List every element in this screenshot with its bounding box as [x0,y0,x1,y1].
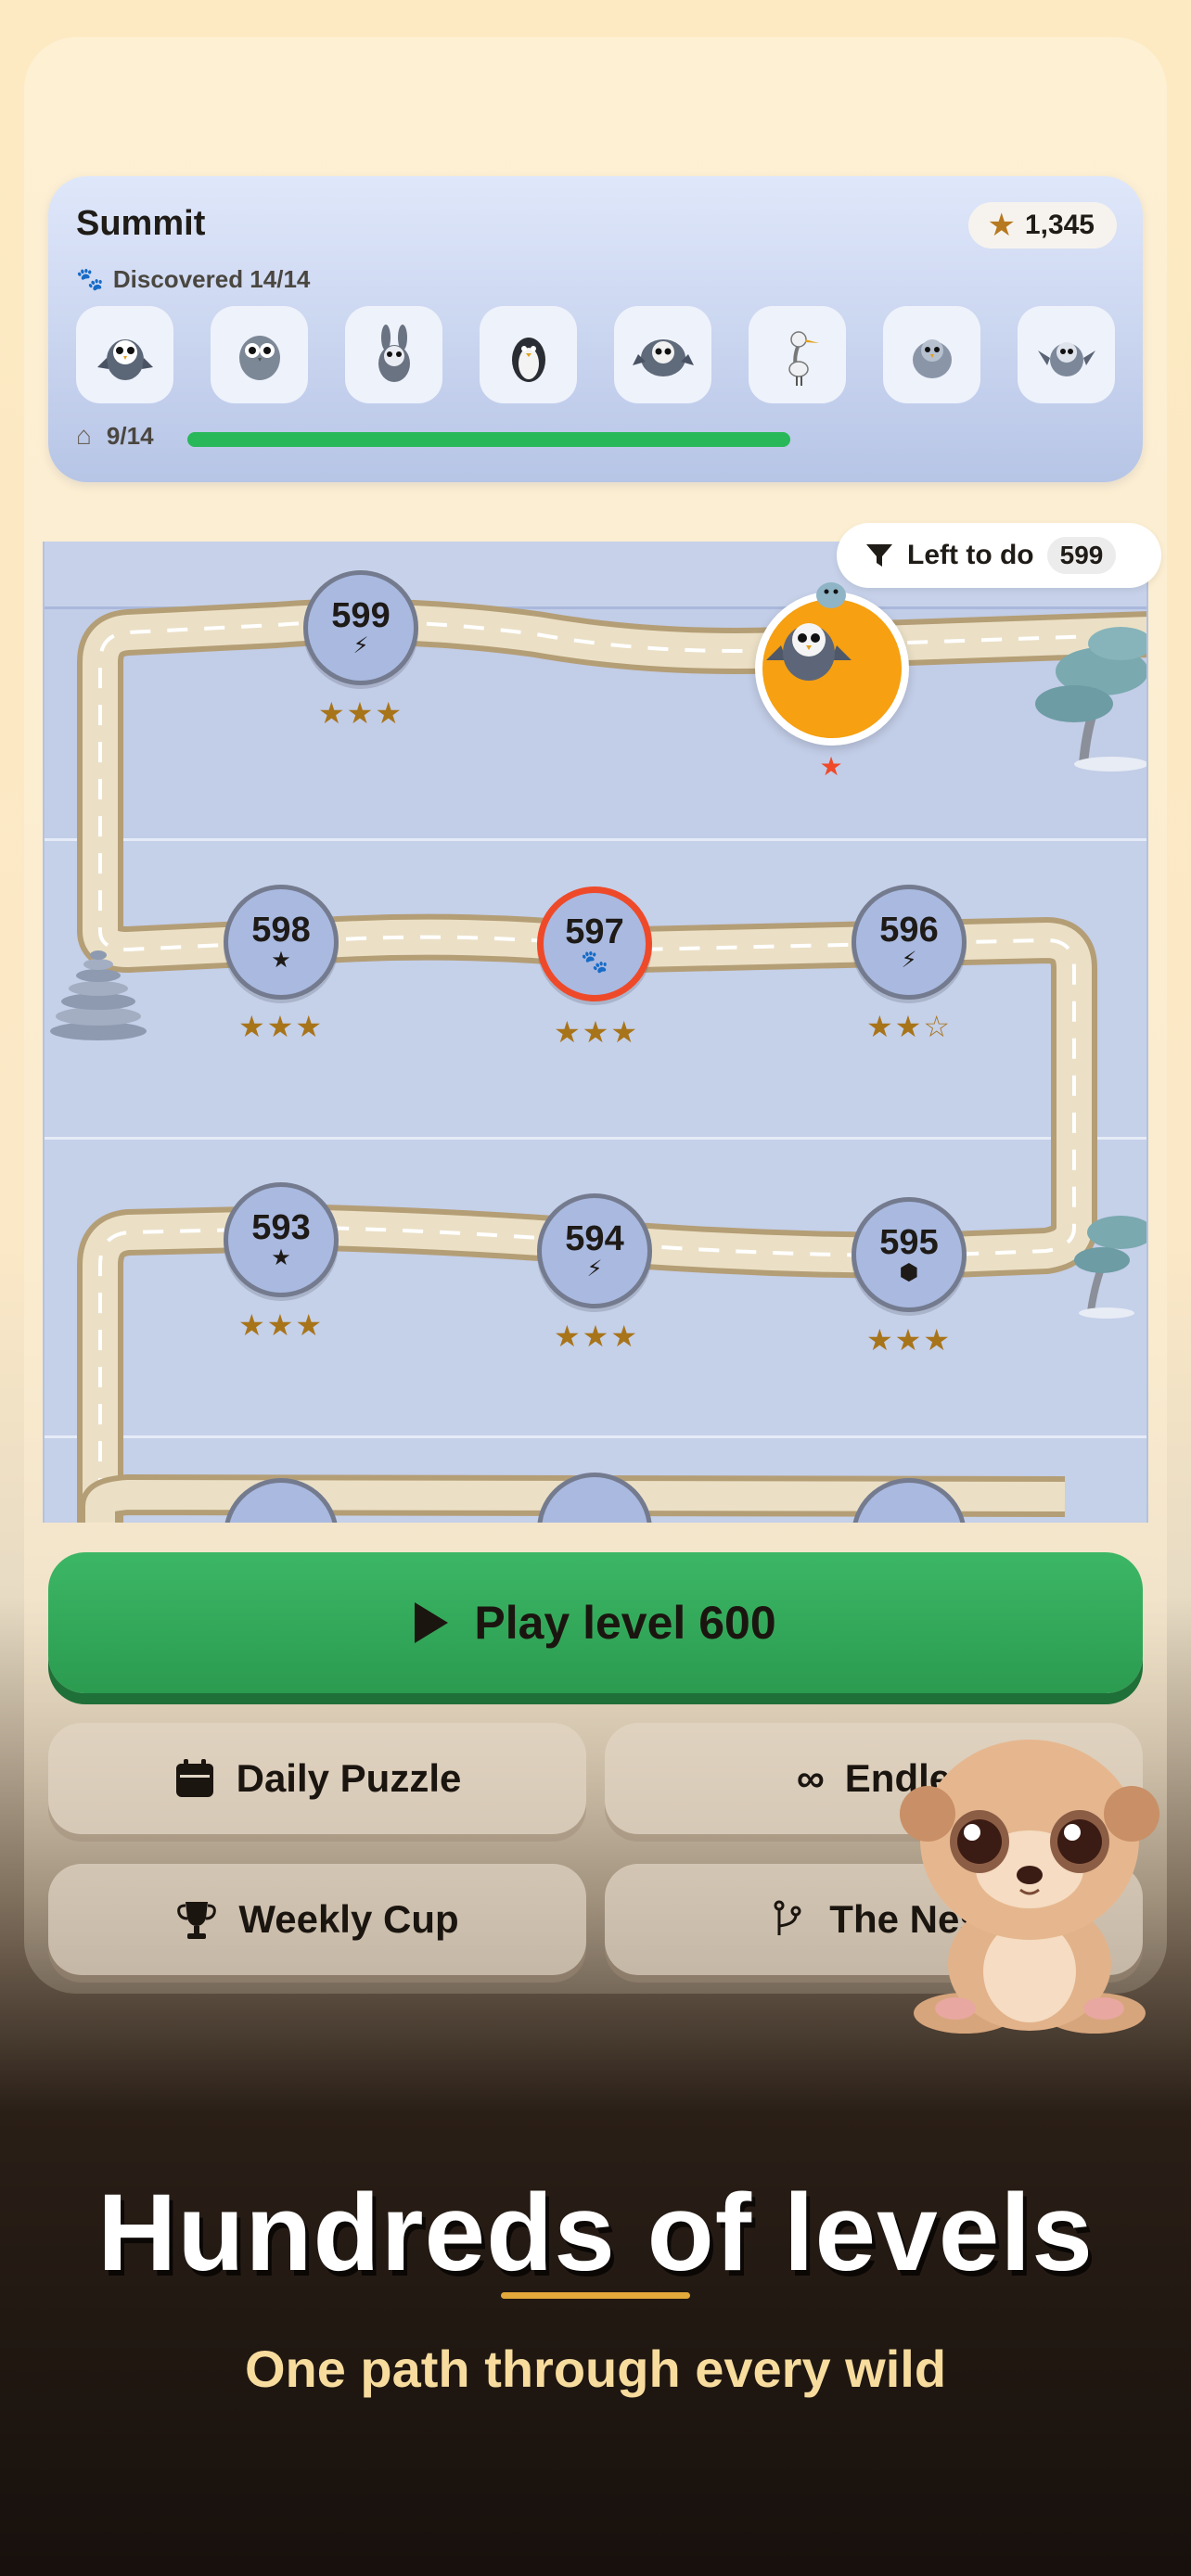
stars-total: 1,345 [1024,210,1095,240]
play-level-button[interactable]: Play level 600 [48,1552,1143,1693]
creature-slot[interactable] [211,306,308,403]
level-node[interactable]: 593 ★ [224,1182,339,1297]
promo-headline: Hundreds of levels [97,2172,1094,2294]
infinity-icon: ∞ [796,1756,825,1800]
level-node[interactable]: 598 ★ [224,885,339,1000]
bolt-icon: ⚡ [901,948,917,973]
daily-puzzle-button[interactable]: Daily Puzzle [48,1723,586,1834]
filter-count: 599 [1046,537,1117,574]
rabbit-icon [378,324,410,382]
calendar-icon [175,1759,213,1797]
level-node-current[interactable]: 597 🐾 [537,886,652,1001]
creature-slot[interactable] [480,306,577,403]
paw-icon: 🐾 [581,950,608,975]
level-node[interactable]: 595 ⬢ [852,1197,967,1312]
level-stars: ★★★ [553,1320,640,1353]
play-icon [415,1602,449,1643]
discovered-label: 🐾 Discovered 14/14 [76,265,311,293]
level-node[interactable]: 599 ⚡ [303,570,418,685]
daily-label: Daily Puzzle [236,1756,462,1800]
creature-slot[interactable] [1018,306,1115,403]
creature-collection [76,306,1115,403]
level-map[interactable]: 599 ⚡ ★★★ 598 ★ ★★★ 597 🐾 ★★★ 596 ⚡ ★★☆ … [43,542,1148,1523]
branch-icon [774,1900,801,1935]
creature-slot[interactable] [883,306,980,403]
filter-icon [866,544,892,567]
level-stars: ★★★ [865,1323,953,1357]
home-icon: ⌂ [76,421,92,450]
filter-left-to-do[interactable]: Left to do 599 [837,523,1161,588]
creature-slot[interactable] [749,306,846,403]
creature-slot[interactable] [76,306,173,403]
bird-icon [816,582,846,608]
next-level-node[interactable] [755,592,909,746]
creature-slot[interactable] [614,306,711,403]
bolt-icon: ⚡ [586,1256,603,1282]
penguin-icon [511,337,545,382]
star-icon: ★ [271,1245,291,1270]
owl-icon [632,338,694,376]
level-stars: ★★★ [237,1308,325,1342]
weekly-label: Weekly Cup [238,1897,459,1941]
promo-subline: One path through every wild [244,2340,947,2398]
world-header-card: Summit ★ 1,345 🐾 Discovered 14/14 ⌂ 9/14 [48,176,1143,482]
owl-icon [766,623,852,681]
progress-bar [187,432,790,447]
creature-slot[interactable] [345,306,442,403]
stars-counter: ★ 1,345 [968,202,1117,249]
world-title: Summit [76,204,206,243]
bird-icon [1037,341,1095,376]
headline-underline [501,2292,690,2299]
weekly-cup-button[interactable]: Weekly Cup [48,1864,586,1975]
level-stars: ★ [819,752,845,781]
paw-icon: 🐾 [76,267,104,292]
filter-label: Left to do [907,540,1034,570]
star-icon: ★ [271,948,291,973]
progress-label: ⌂ 9/14 [76,421,154,450]
heron-icon [788,330,819,386]
box-icon: ⬢ [899,1260,919,1285]
owl-icon [96,338,153,380]
play-label: Play level 600 [474,1597,776,1649]
bolt-icon: ⚡ [352,633,369,658]
meerkat-mascot [900,1740,1159,2034]
trophy-icon [177,1902,217,1939]
level-node[interactable]: 594 ⚡ [537,1193,652,1308]
level-stars: ★★☆ [865,1010,953,1043]
star-icon: ★ [987,208,1016,243]
level-stars: ★★★ [317,696,404,730]
level-node[interactable]: 596 ⚡ [852,885,967,1000]
owl-icon [238,335,280,380]
owl-icon [912,338,952,378]
level-stars: ★★★ [237,1010,325,1043]
level-stars: ★★★ [553,1015,640,1049]
